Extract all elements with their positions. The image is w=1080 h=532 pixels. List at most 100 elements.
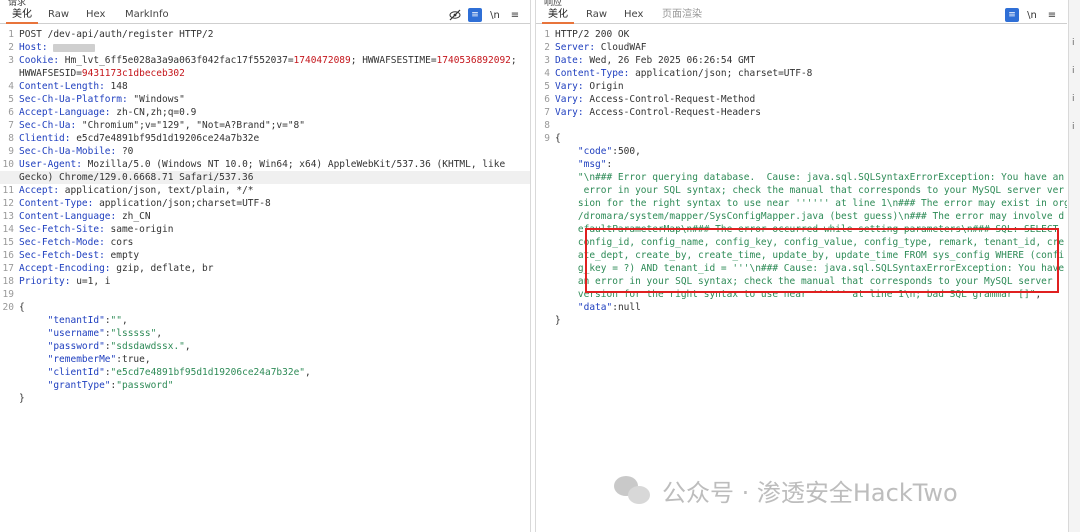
code-line: 19 [0,288,530,301]
response-tabs: 美化 Raw Hex 页面渲染 ≡ \n ≡ [536,6,1067,24]
json-string: efaultParameterMap\n### The error occurr… [577,224,1059,235]
cookie-value: 9431173c1dbeceb302 [81,68,185,79]
header-name: Content-Type: [555,68,630,79]
code-line: 17 Accept-Encoding: gzip, deflate, br [0,262,530,275]
json-string: "" [110,315,122,326]
line-content: Vary: Access-Control-Request-Method [555,93,755,106]
line-content: { [19,301,25,314]
request-toolbar: ≡ \n ≡ [448,7,522,23]
line-number: 7 [544,107,550,118]
side-tab-marker[interactable]: i [1072,94,1079,104]
code-line: 20 { [0,301,530,314]
tab-pretty[interactable]: 美化 [542,8,574,24]
code-line: 15 Sec-Fetch-Mode: cors [0,236,530,249]
json-string: ate_dept, create_by, create_time, update… [577,250,1065,261]
redacted-block [53,43,96,52]
header-name: Host: [19,42,48,53]
json-key: "msg" [577,159,607,170]
json-string: "sdsdawdssx." [110,341,185,352]
tab-hex[interactable]: Hex [618,8,649,22]
json-string: config_id, config_name, config_key, conf… [577,237,1065,248]
side-tab-marker[interactable]: i [1072,38,1079,48]
code-line: /dromara/system/mapper/SysConfigMapper.j… [536,210,1067,223]
code-value: , [1035,289,1042,300]
header-name: Content-Type: [19,198,94,209]
line-number: 11 [2,185,14,196]
menu-icon[interactable]: ≡ [1045,8,1059,22]
header-name: Date: [555,55,584,66]
code-value: cors [104,237,134,248]
code-line: error in your SQL syntax; check the manu… [536,184,1067,197]
json-key: "tenantId" [47,315,105,326]
line-number: 14 [2,224,14,235]
code-value: Access-Control-Request-Headers [583,107,761,118]
request-editor[interactable]: 1 POST /dev-api/auth/register HTTP/2 2 Host… [0,24,530,405]
tab-raw[interactable]: Raw [580,8,613,22]
line-content: efaultParameterMap\n### The error occurr… [555,223,1058,236]
code-value: Access-Control-Request-Method [583,94,756,105]
code-line: "data":null [536,301,1067,314]
json-string: "e5cd7e4891bf95d1d19206ce24a7b32e" [110,367,306,378]
wechat-icon [614,474,654,506]
code-line: "grantType":"password" [0,379,530,392]
line-content: Gecko) Chrome/129.0.6668.71 Safari/537.3… [19,171,254,184]
newline-toggle-icon[interactable]: \n [1025,8,1039,22]
header-name: Priority: [19,276,71,287]
code-value: "Chromium";v="129", "Not=A?Brand";v="8" [76,120,305,131]
header-name: Content-Length: [19,81,105,92]
tab-raw[interactable]: Raw [42,8,75,22]
line-number: 10 [2,159,14,170]
line-number: 1 [8,29,14,40]
line-number: 9 [8,146,14,157]
wrap-lines-icon[interactable]: ≡ [1005,8,1019,22]
line-content: error in your SQL syntax; check the manu… [555,184,1064,197]
code-line: 16 Sec-Fetch-Dest: empty [0,249,530,262]
response-editor[interactable]: 1 HTTP/2 200 OK 2 Server: CloudWAF 3 Date: We… [536,24,1067,327]
code-line: sion for the right syntax to use near ''… [536,197,1067,210]
json-string: /dromara/system/mapper/SysConfigMapper.j… [577,211,1065,222]
tab-render[interactable]: 页面渲染 [656,8,708,22]
eye-slash-icon[interactable] [448,8,462,22]
code-line: 4 Content-Length: 148 [0,80,530,93]
wrap-lines-icon[interactable]: ≡ [468,8,482,22]
code-value: application/json; charset=UTF-8 [629,68,813,79]
json-key: "rememberMe" [47,354,117,365]
side-tab-marker[interactable]: i [1072,122,1079,132]
side-tab-marker[interactable]: i [1072,66,1079,76]
json-string: "password" [116,380,174,391]
menu-icon[interactable]: ≡ [508,8,522,22]
header-name: Sec-Fetch-Site: [19,224,105,235]
header-name: Sec-Fetch-Dest: [19,250,105,261]
header-name: Server: [555,42,596,53]
line-content: POST /dev-api/auth/register HTTP/2 [19,28,213,41]
line-content: Server: CloudWAF [555,41,647,54]
code-line: 2 Server: CloudWAF [536,41,1067,54]
line-number: 19 [2,289,14,300]
newline-toggle-icon[interactable]: \n [488,8,502,22]
line-content: Sec-Fetch-Mode: cors [19,236,133,249]
code-line: "password":"sdsdawdssx.", [0,340,530,353]
code-line: 7 Sec-Ch-Ua: "Chromium";v="129", "Not=A?B… [0,119,530,132]
line-content: "tenantId":"", [19,314,128,327]
header-name: Content-Language: [19,211,117,222]
json-key: "data" [577,302,613,313]
line-content: "username":"lsssss", [19,327,162,340]
tab-markinfo[interactable]: MarkInfo [119,8,175,22]
code-line: 3 Cookie: Hm_lvt_6ff5e028a3a9a063f042fac1… [0,54,530,67]
request-tabs: 美化 Raw Hex MarkInfo ≡ \n ≡ [0,6,530,24]
header-name: Sec-Fetch-Mode: [19,237,105,248]
line-number: 12 [2,198,14,209]
tab-hex[interactable]: Hex [80,8,111,22]
inspector-side-strip[interactable]: i i i i [1068,0,1080,532]
tab-pretty[interactable]: 美化 [6,8,38,24]
code-value: Origin [583,81,624,92]
response-toolbar: ≡ \n ≡ [1005,7,1059,23]
code-line: 9{ [536,132,1067,145]
